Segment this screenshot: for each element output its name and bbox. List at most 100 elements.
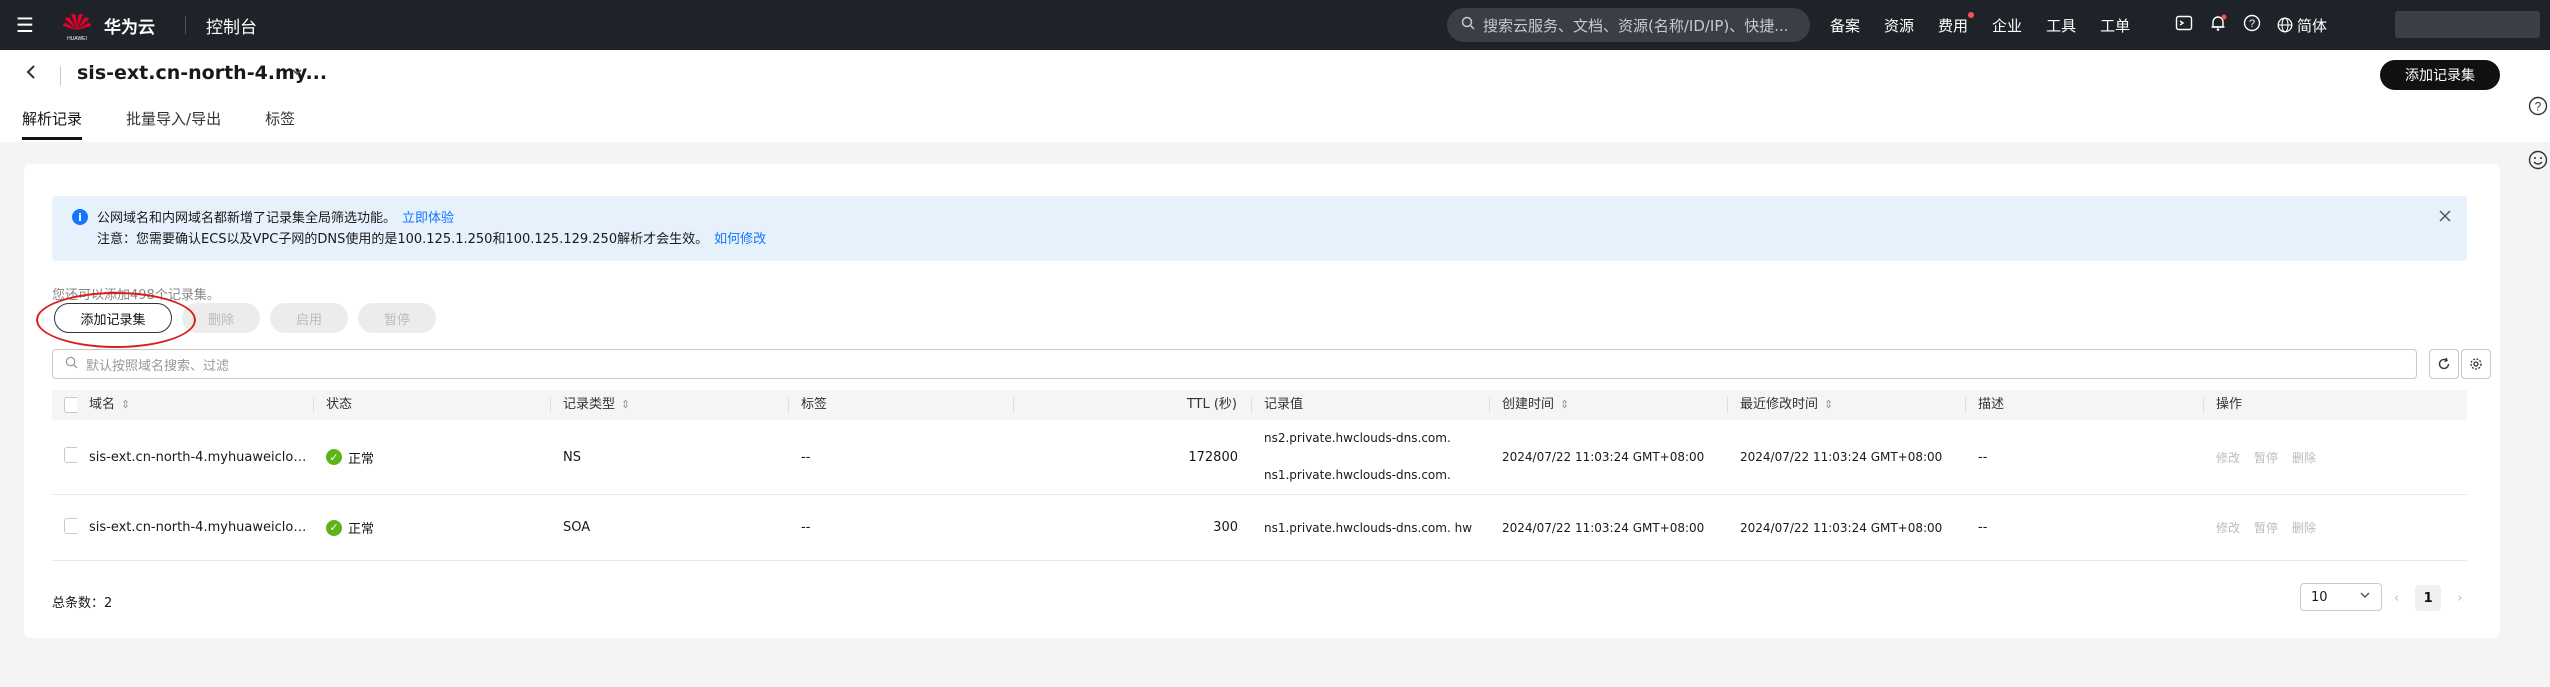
sort-icon[interactable]: ⇕ [1560,398,1569,411]
help-icon[interactable]: ? [2243,14,2261,37]
column-label: 状态 [326,397,353,412]
created-cell: 2024/07/22 11:03:24 GMT+08:00 [1502,450,1705,464]
tag-cell: -- [801,449,811,465]
link-enterprise[interactable]: 企业 [1992,15,2022,36]
pause-link[interactable]: 暂停 [2254,521,2278,535]
top-navigation-bar: ☰ HUAWEI 华为云 控制台 搜索云服务、文档、资源(名称/ID/IP)、快… [0,0,2550,50]
top-links: 备案 资源 费用 企业 工具 工单 [1830,0,2154,50]
svg-text:?: ? [2535,100,2542,114]
settings-gear-icon[interactable] [2461,349,2491,379]
how-to-modify-link[interactable]: 如何修改 [714,232,766,247]
delete-link[interactable]: 删除 [2292,521,2316,535]
pause-link[interactable]: 暂停 [2254,451,2278,465]
column-ttl: TTL (秒) [1014,397,1252,413]
column-label: 描述 [1978,397,2005,412]
chevron-down-icon [2359,589,2371,605]
info-banner: i 公网域名和内网域名都新增了记录集全局筛选功能。 立即体验 注意：您需要确认EC… [52,196,2467,261]
console-link[interactable]: 控制台 [206,13,257,38]
column-modified[interactable]: 最近修改时间 ⇕ [1728,397,1966,413]
search-placeholder: 搜索云服务、文档、资源(名称/ID/IP)、快捷... [1483,16,1789,35]
feedback-smiley-icon[interactable] [2528,150,2548,175]
value-cell: ns1.private.hwclouds-dns.com. hw [1264,520,1473,535]
terminal-icon[interactable] [2175,14,2193,37]
pagination: ‹ 1 › [2394,585,2478,611]
link-resources[interactable]: 资源 [1884,15,1914,36]
sort-icon[interactable]: ⇕ [121,398,130,411]
description-cell: -- [1978,520,1988,535]
column-label: TTL (秒) [1186,397,1237,412]
divider [60,66,61,86]
column-actions: 操作 [2204,397,2404,413]
highlight-circle [36,292,196,348]
domain-cell[interactable]: sis-ext.cn-north-4.myhuaweicloud.... [77,520,314,535]
page-header: sis-ext.cn-north-4.my... 添加记录集 解析记录 批量导入… [0,50,2550,142]
enable-button[interactable]: 启用 [270,303,348,333]
link-tickets[interactable]: 工单 [2100,15,2130,36]
table-row: sis-ext.cn-north-4.myhuaweicloud.... ✓ 正常… [52,495,2467,561]
disable-button[interactable]: 暂停 [358,303,436,333]
huawei-cloud-logo[interactable]: HUAWEI 华为云 [60,8,155,42]
sort-icon[interactable]: ⇕ [1824,398,1833,411]
ttl-cell: 172800 [1188,449,1238,465]
description-cell: -- [1978,449,1988,465]
checkbox[interactable] [64,517,77,534]
column-label: 操作 [2216,397,2243,412]
column-label: 域名 [89,397,116,412]
refresh-icon[interactable] [2429,349,2459,379]
delete-link[interactable]: 删除 [2292,451,2316,465]
row-checkbox[interactable] [52,447,77,467]
link-tools[interactable]: 工具 [2046,15,2076,36]
check-circle-icon: ✓ [326,519,342,536]
modified-cell: 2024/07/22 11:03:24 GMT+08:00 [1740,520,1943,535]
modified-cell: 2024/07/22 11:03:24 GMT+08:00 [1740,450,1943,464]
link-billing[interactable]: 费用 [1938,11,1975,36]
link-beian[interactable]: 备案 [1830,15,1860,36]
column-created[interactable]: 创建时间 ⇕ [1490,397,1728,413]
type-cell: SOA [563,520,591,535]
status-cell: ✓ 正常 [314,518,551,537]
modify-link[interactable]: 修改 [2216,451,2240,465]
back-arrow-icon[interactable] [24,62,38,88]
page-size-value: 10 [2311,589,2328,605]
column-label: 记录类型 [563,397,616,412]
chevron-down-icon[interactable] [290,64,304,83]
user-account-menu[interactable] [2395,11,2540,38]
tag-cell: -- [801,520,811,535]
actions-cell: 修改 暂停 删除 [2204,519,2404,536]
prev-page-icon[interactable]: ‹ [2394,591,2399,606]
column-type[interactable]: 记录类型 ⇕ [551,397,789,413]
close-icon[interactable] [2439,206,2451,227]
page-number[interactable]: 1 [2415,585,2442,611]
language-switch[interactable]: 简体 [2277,15,2327,36]
top-icons: ? 简体 [2175,0,2343,50]
help-icon[interactable]: ? [2528,96,2548,121]
checkbox[interactable] [64,397,77,413]
global-search-input[interactable]: 搜索云服务、文档、资源(名称/ID/IP)、快捷... [1447,8,1810,42]
try-now-link[interactable]: 立即体验 [402,211,454,226]
tab-tags[interactable]: 标签 [265,108,295,140]
add-record-set-button[interactable]: 添加记录集 [2380,60,2500,90]
link-billing-label: 费用 [1938,16,1969,35]
column-label: 创建时间 [1502,397,1555,412]
language-label: 简体 [2297,16,2328,35]
filter-icon[interactable]: ⇕ [621,398,630,411]
huawei-logo-icon: HUAWEI [60,8,94,42]
banner-line-1: 公网域名和内网域名都新增了记录集全局筛选功能。 立即体验 [97,207,454,226]
page-size-select[interactable]: 10 [2300,583,2382,611]
row-checkbox[interactable] [52,517,77,538]
menu-icon[interactable]: ☰ [0,0,50,50]
checkbox[interactable] [64,447,77,463]
column-description: 描述 [1966,397,2204,413]
next-page-icon[interactable]: › [2457,591,2462,606]
check-circle-icon: ✓ [326,449,342,465]
bell-icon[interactable] [2209,14,2227,37]
brand-name: 华为云 [104,17,155,38]
select-all-checkbox[interactable] [52,397,77,413]
tab-batch-import-export[interactable]: 批量导入/导出 [126,108,221,140]
filter-search-input[interactable]: 默认按照域名搜索、过滤 [52,349,2417,379]
column-domain[interactable]: 域名 ⇕ [77,397,314,413]
tab-dns-records[interactable]: 解析记录 [22,108,83,140]
modify-link[interactable]: 修改 [2216,521,2240,535]
total-count: 总条数：2 [52,596,113,611]
domain-cell[interactable]: sis-ext.cn-north-4.myhuaweicloud.... [77,450,314,465]
